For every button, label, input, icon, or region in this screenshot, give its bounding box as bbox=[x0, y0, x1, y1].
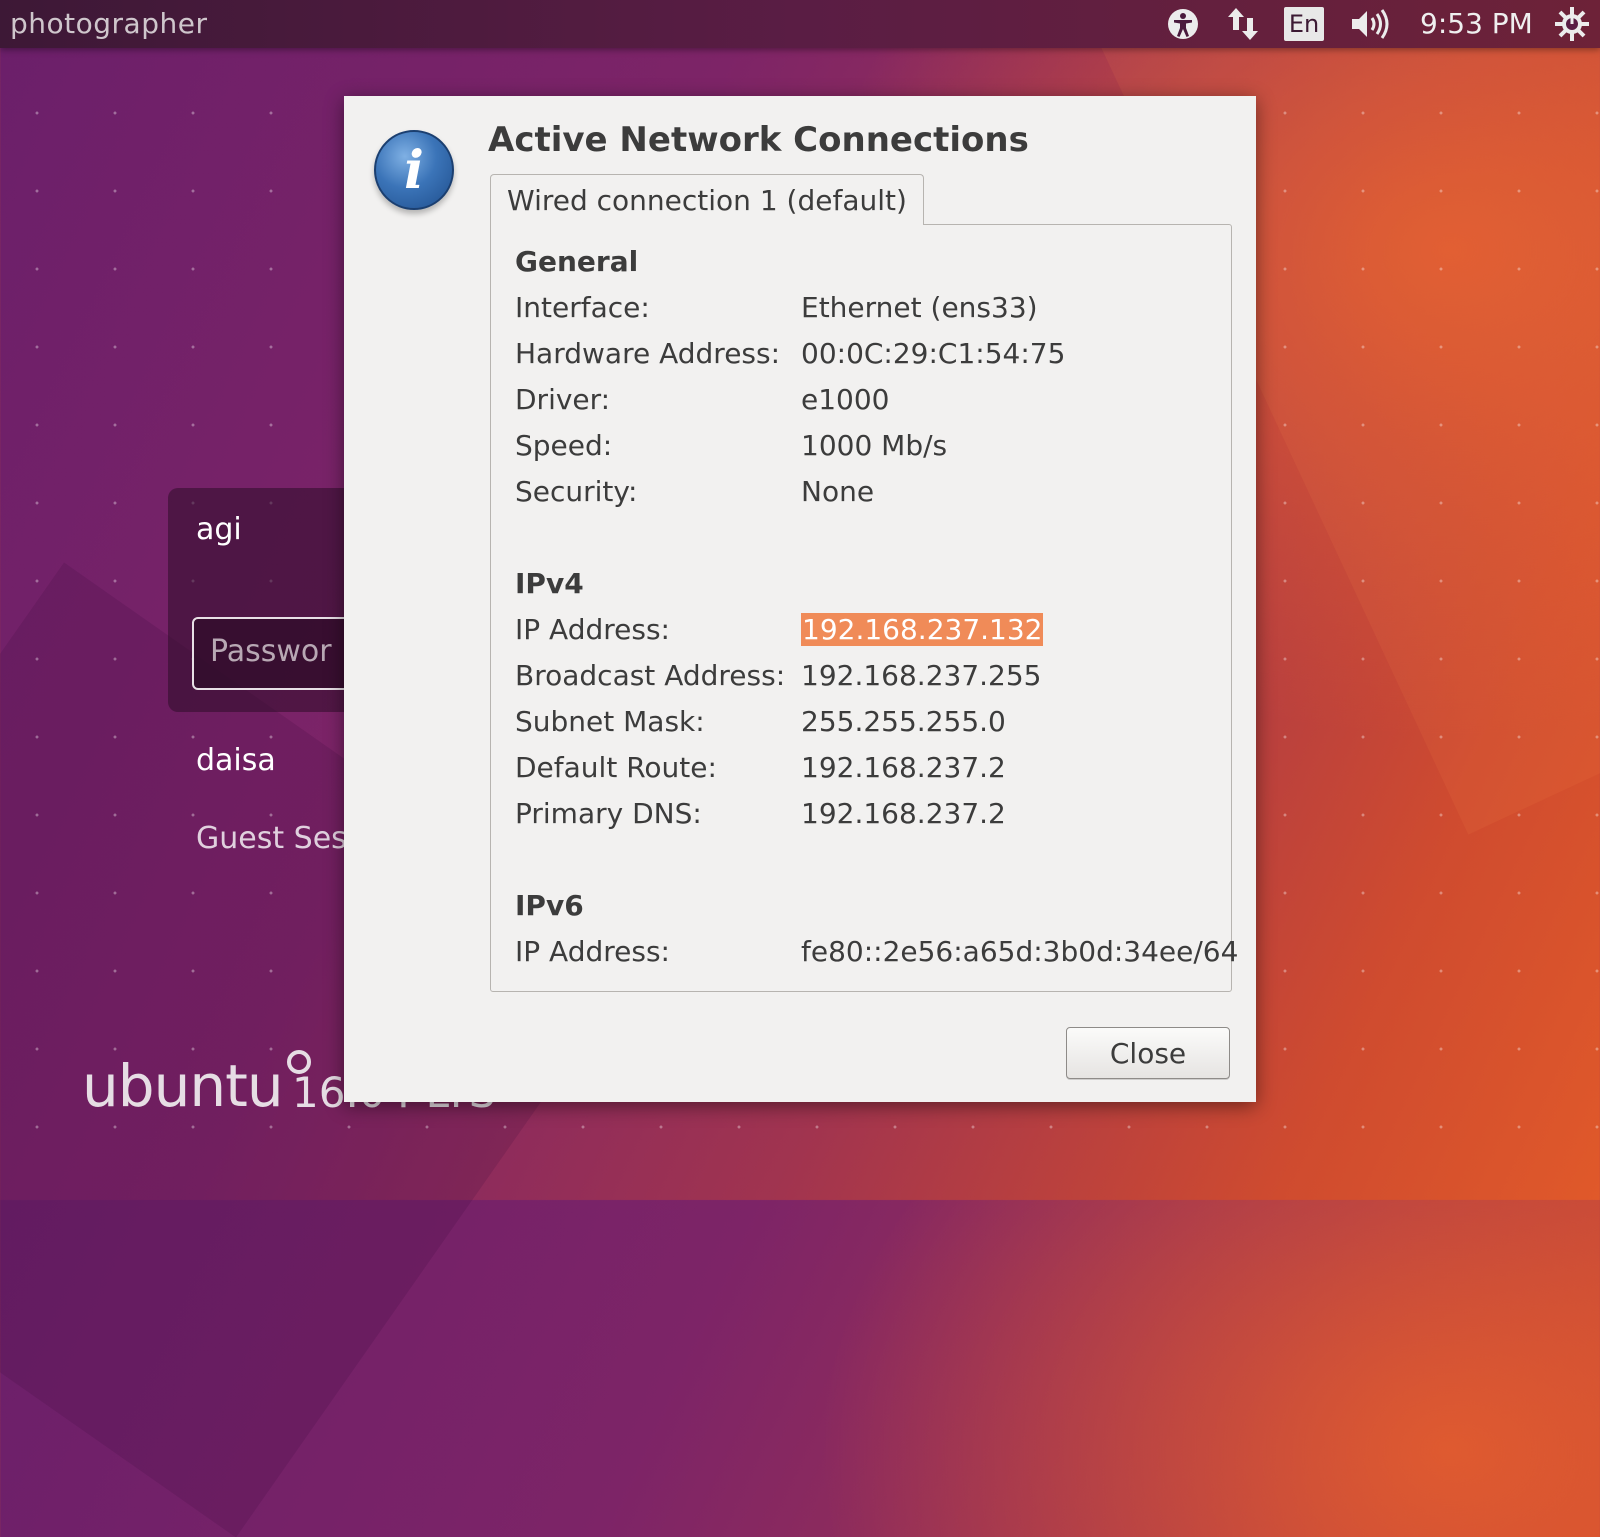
user-entry-daisa[interactable]: daisa bbox=[196, 743, 276, 778]
detail-value: 1000 Mb/s bbox=[801, 429, 948, 462]
hostname-label: photographer bbox=[10, 7, 208, 40]
network-connections-dialog: i Active Network Connections Wired conne… bbox=[344, 96, 1256, 1102]
top-panel: photographer En 9:53 PM bbox=[0, 0, 1600, 48]
section-heading-general: General bbox=[515, 245, 639, 278]
volume-icon[interactable] bbox=[1346, 0, 1396, 48]
ubuntu-logo: ubuntu bbox=[82, 1050, 311, 1120]
password-placeholder: Passwor bbox=[210, 634, 332, 669]
detail-label: Security: bbox=[515, 475, 638, 508]
detail-label: Driver: bbox=[515, 383, 611, 416]
close-button[interactable]: Close bbox=[1066, 1027, 1230, 1079]
detail-label: Primary DNS: bbox=[515, 797, 702, 830]
detail-label: Interface: bbox=[515, 291, 650, 324]
selected-text[interactable]: 192.168.237.132 bbox=[801, 613, 1044, 646]
info-icon: i bbox=[374, 130, 454, 210]
user-entry-agi[interactable]: agi bbox=[196, 512, 242, 547]
detail-label: Speed: bbox=[515, 429, 613, 462]
detail-value: 192.168.237.2 bbox=[801, 751, 1006, 784]
detail-value: 255.255.255.0 bbox=[801, 705, 1006, 738]
detail-value: Ethernet (ens33) bbox=[801, 291, 1038, 324]
detail-value: 192.168.237.255 bbox=[801, 659, 1042, 692]
detail-label: Default Route: bbox=[515, 751, 717, 784]
detail-label: IP Address: bbox=[515, 935, 670, 968]
tab-wired-connection-1[interactable]: Wired connection 1 (default) bbox=[490, 174, 924, 225]
network-icon[interactable] bbox=[1220, 0, 1266, 48]
ubuntu-wordmark: ubuntu bbox=[82, 1052, 284, 1120]
dialog-title: Active Network Connections bbox=[488, 120, 1029, 160]
detail-label: Hardware Address: bbox=[515, 337, 781, 370]
detail-value: 00:0C:29:C1:54:75 bbox=[801, 337, 1066, 370]
detail-value: fe80::2e56:a65d:3b0d:34ee/64 bbox=[801, 935, 1239, 968]
accessibility-icon[interactable] bbox=[1160, 0, 1206, 48]
section-heading-ipv6: IPv6 bbox=[515, 889, 584, 922]
power-icon[interactable] bbox=[1550, 0, 1594, 48]
keyboard-language-indicator[interactable]: En bbox=[1284, 7, 1324, 41]
detail-value: 192.168.237.2 bbox=[801, 797, 1006, 830]
detail-value: e1000 bbox=[801, 383, 890, 416]
detail-label: IP Address: bbox=[515, 613, 670, 646]
clock[interactable]: 9:53 PM bbox=[1420, 7, 1533, 40]
detail-label: Subnet Mask: bbox=[515, 705, 705, 738]
detail-label: Broadcast Address: bbox=[515, 659, 786, 692]
section-heading-ipv4: IPv4 bbox=[515, 567, 584, 600]
detail-value: None bbox=[801, 475, 875, 508]
connection-details-panel: General Interface: Ethernet (ens33) Hard… bbox=[490, 224, 1238, 992]
ipv4-address-value[interactable]: 192.168.237.132 bbox=[801, 613, 1044, 646]
user-entry-guest[interactable]: Guest Ses bbox=[196, 821, 347, 856]
